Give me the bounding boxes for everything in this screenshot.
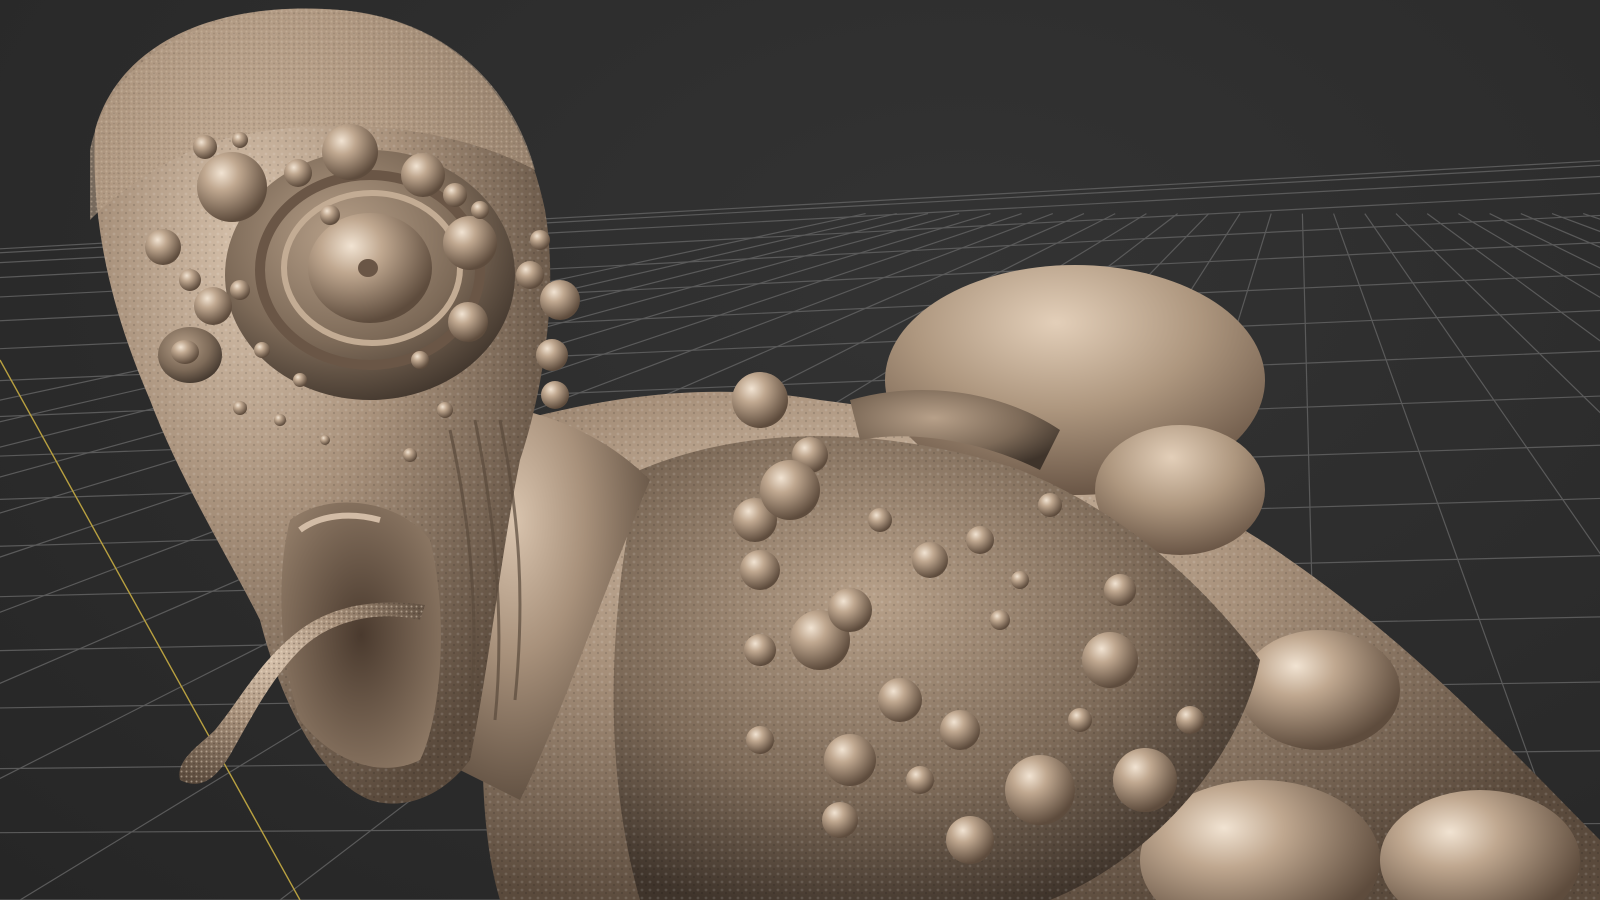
creature-head (90, 8, 650, 804)
viewport-canvas[interactable] (0, 0, 1600, 900)
creature-body (482, 265, 1600, 900)
3d-viewport[interactable] (0, 0, 1600, 900)
